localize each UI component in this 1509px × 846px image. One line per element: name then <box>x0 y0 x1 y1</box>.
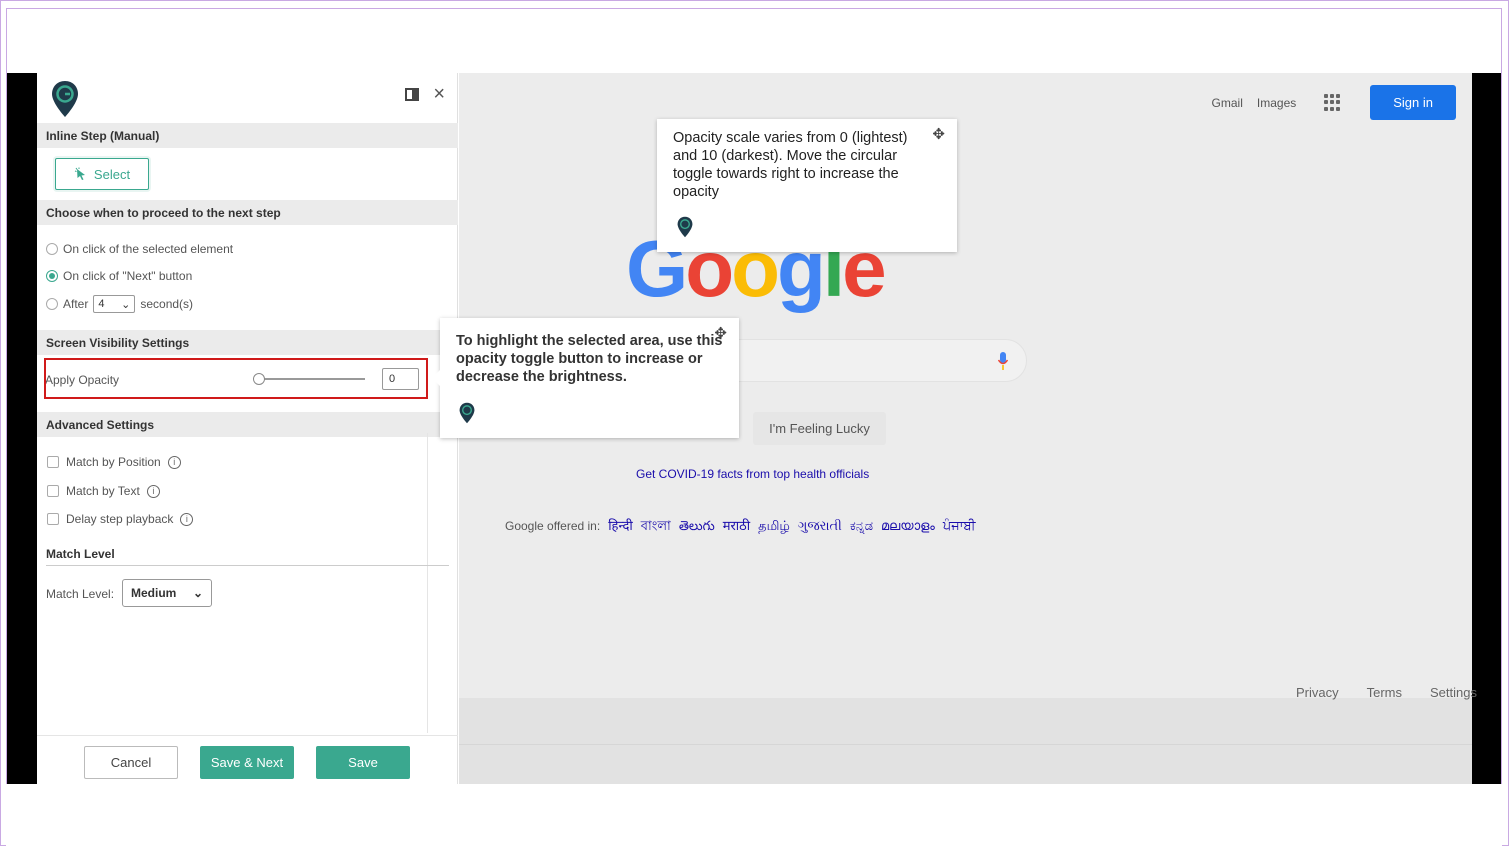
top-margin <box>6 8 1502 73</box>
language-link[interactable]: తెలుగు <box>679 518 715 537</box>
option-label: Delay step playback <box>66 512 174 526</box>
letterbox-right <box>1472 73 1501 784</box>
visibility-heading: Screen Visibility Settings <box>37 330 458 355</box>
option-after-delay[interactable]: After 4 ⌄ second(s) <box>46 295 193 313</box>
feeling-lucky-button[interactable]: I'm Feeling Lucky <box>753 412 886 445</box>
privacy-link[interactable]: Privacy <box>1296 685 1339 700</box>
dock-panel-icon[interactable] <box>405 87 420 101</box>
chevron-down-icon: ⌄ <box>121 298 131 311</box>
cancel-button[interactable]: Cancel <box>84 746 178 779</box>
scroll-divider <box>427 433 428 733</box>
option-click-element[interactable]: On click of the selected element <box>46 242 233 256</box>
google-footer <box>459 698 1472 784</box>
chevron-down-icon: ⌄ <box>192 586 203 600</box>
option-label: Match by Position <box>66 455 161 469</box>
language-link[interactable]: தமிழ் <box>758 518 790 535</box>
language-link[interactable]: ਪੰਜਾਬੀ <box>943 518 976 534</box>
save-next-button[interactable]: Save & Next <box>200 746 294 779</box>
images-link[interactable]: Images <box>1257 96 1296 110</box>
proceed-heading: Choose when to proceed to the next step <box>37 200 458 225</box>
tooltip-text: To highlight the selected area, use this… <box>456 333 723 385</box>
move-icon[interactable]: ✥ <box>714 324 727 342</box>
language-link[interactable]: हिन्दी <box>608 516 633 534</box>
select-button-label: Select <box>93 166 131 182</box>
match-level-divider <box>46 565 449 566</box>
move-icon[interactable]: ✥ <box>932 125 945 143</box>
after-label: After <box>63 297 89 311</box>
covid-link[interactable]: Get COVID-19 facts from top health offic… <box>636 467 869 481</box>
footer-divider <box>37 735 458 736</box>
languages-row: Google offered in: हिन्दी বাংলা తెలుగు म… <box>505 516 976 538</box>
offered-in-label: Google offered in: <box>505 519 601 533</box>
info-icon[interactable]: i <box>146 484 160 498</box>
match-by-text-option[interactable]: Match by Text i <box>47 484 160 498</box>
option-label: On click of "Next" button <box>63 269 193 283</box>
letterbox-left <box>7 73 37 784</box>
footer-divider <box>459 744 1472 745</box>
sign-in-button[interactable]: Sign in <box>1370 85 1456 120</box>
gmail-link[interactable]: Gmail <box>1212 96 1243 110</box>
match-by-position-checkbox[interactable] <box>47 456 59 468</box>
match-level-value: Medium <box>131 586 177 600</box>
delay-seconds-select[interactable]: 4 ⌄ <box>93 295 136 313</box>
apps-grid-icon[interactable] <box>1324 93 1342 112</box>
option-label: Match by Text <box>66 484 140 498</box>
mic-icon[interactable] <box>998 352 1008 370</box>
match-level-label: Match Level: <box>46 587 115 601</box>
footer-links: Privacy Terms Settings <box>1296 685 1477 700</box>
match-level-select[interactable]: Medium ⌄ <box>122 579 212 607</box>
app-logo-icon <box>459 402 475 424</box>
panel-controls: × <box>405 84 445 104</box>
tooltip-text: Opacity scale varies from 0 (lightest) a… <box>673 130 908 200</box>
settings-link[interactable]: Settings <box>1430 685 1477 700</box>
step-settings-panel: × Inline Step (Manual) Select Choose whe… <box>37 73 458 784</box>
app-logo-icon <box>677 216 693 238</box>
delay-seconds-value: 4 <box>98 298 105 310</box>
delay-playback-option[interactable]: Delay step playback i <box>47 512 194 526</box>
google-top-bar: Gmail Images Sign in <box>1212 85 1456 120</box>
frame-border-right <box>1501 8 1502 846</box>
inline-step-heading: Inline Step (Manual) <box>37 123 458 148</box>
terms-link[interactable]: Terms <box>1367 685 1402 700</box>
highlight-tooltip: To highlight the selected area, use this… <box>432 318 739 438</box>
language-link[interactable]: ಕನ್ನಡ <box>850 518 873 534</box>
advanced-heading: Advanced Settings <box>37 412 458 437</box>
match-by-text-checkbox[interactable] <box>47 485 59 497</box>
radio-click-next[interactable] <box>46 270 58 282</box>
opacity-scale-tooltip: Opacity scale varies from 0 (lightest) a… <box>657 119 957 252</box>
bottom-margin <box>6 784 1502 846</box>
info-icon[interactable]: i <box>180 512 194 526</box>
seconds-label: second(s) <box>140 297 194 311</box>
delay-playback-checkbox[interactable] <box>47 513 59 525</box>
select-button[interactable]: Select <box>55 158 149 190</box>
option-label: On click of the selected element <box>63 242 234 256</box>
app-logo-icon <box>52 81 78 117</box>
highlight-frame <box>44 358 428 399</box>
language-link[interactable]: বাংলা <box>641 517 671 538</box>
language-link[interactable]: മലയാളം <box>881 518 935 534</box>
match-by-position-option[interactable]: Match by Position i <box>47 455 181 469</box>
language-link[interactable]: मराठी <box>723 516 750 534</box>
save-button[interactable]: Save <box>316 746 410 779</box>
language-link[interactable]: ગુજરાતી <box>798 518 842 534</box>
radio-after-delay[interactable] <box>46 298 58 310</box>
cursor-icon <box>74 167 85 180</box>
option-click-next[interactable]: On click of "Next" button <box>46 269 192 283</box>
radio-click-element[interactable] <box>46 243 58 255</box>
match-level-heading: Match Level <box>46 547 115 561</box>
close-icon[interactable]: × <box>433 84 445 104</box>
info-icon[interactable]: i <box>167 455 181 469</box>
